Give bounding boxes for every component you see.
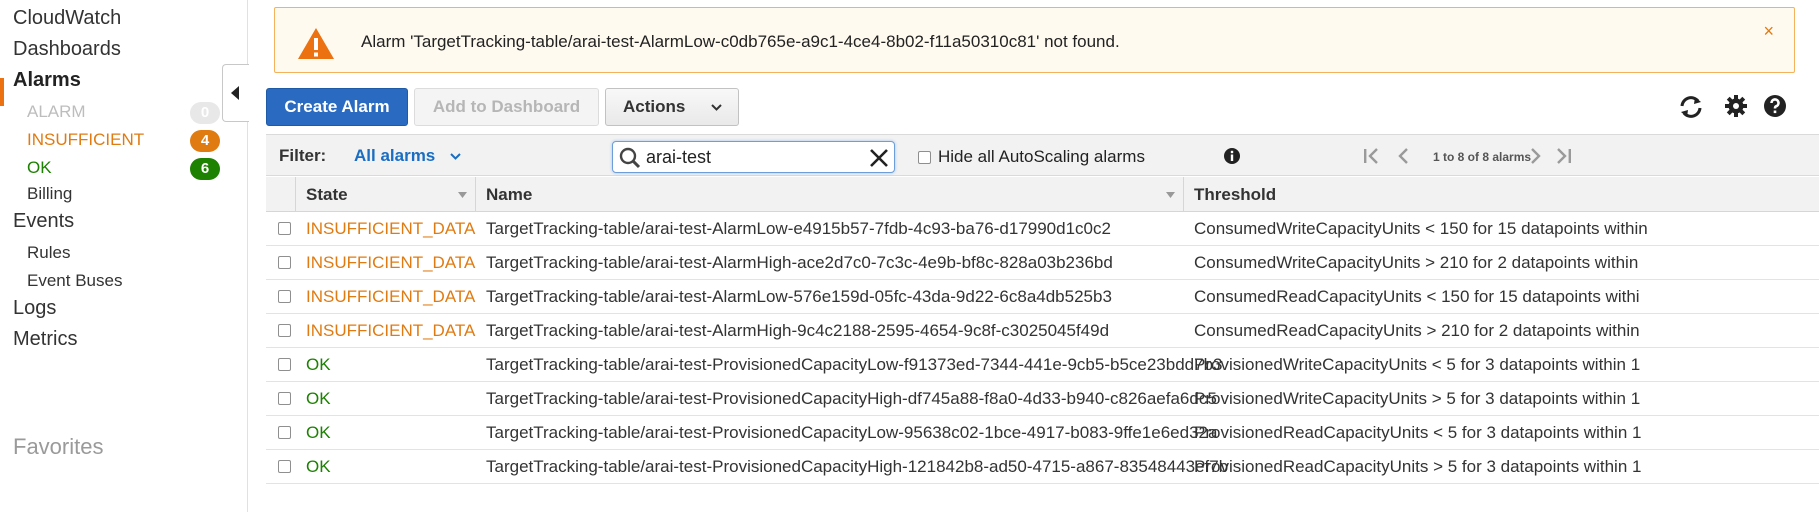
table-row[interactable]: INSUFFICIENT_DATA TargetTracking-table/a… — [266, 212, 1819, 246]
sort-caret-icon[interactable] — [458, 192, 467, 198]
clear-icon[interactable] — [869, 148, 889, 168]
row-checkbox[interactable] — [278, 222, 291, 235]
prev-page-icon — [1398, 148, 1408, 164]
sidebar-item-events[interactable]: Events — [13, 210, 74, 233]
alert-message: Alarm 'TargetTracking-table/arai-test-Al… — [361, 32, 1120, 51]
row-checkbox[interactable] — [278, 256, 291, 269]
search-input[interactable] — [646, 146, 856, 168]
row-state: INSUFFICIENT_DATA — [306, 321, 476, 340]
actions-label: Actions — [623, 97, 686, 116]
refresh-icon[interactable] — [1677, 94, 1705, 120]
close-icon[interactable]: × — [1763, 21, 1774, 42]
sidebar-item-logs[interactable]: Logs — [13, 297, 56, 320]
table-header: State Name Threshold — [266, 177, 1819, 212]
ok-count-badge: 6 — [190, 158, 220, 180]
info-icon[interactable] — [1223, 147, 1241, 165]
actions-dropdown[interactable]: Actions — [605, 88, 739, 126]
row-threshold: ProvisionedWriteCapacityUnits < 5 for 3 … — [1194, 355, 1641, 374]
sidebar-collapse-toggle[interactable] — [222, 64, 249, 122]
search-field[interactable] — [612, 141, 895, 173]
sort-caret-icon[interactable] — [1166, 192, 1175, 198]
row-state: OK — [306, 457, 331, 476]
hide-autoscaling-label: Hide all AutoScaling alarms — [938, 147, 1145, 166]
alarm-count-badge: 0 — [190, 102, 220, 124]
row-name[interactable]: TargetTracking-table/arai-test-AlarmHigh… — [486, 321, 1109, 341]
row-threshold: ConsumedReadCapacityUnits > 210 for 2 da… — [1194, 321, 1640, 340]
sidebar-item-ok-state[interactable]: OK — [27, 158, 52, 178]
first-page-icon — [1364, 148, 1378, 164]
sidebar-item-event-buses[interactable]: Event Buses — [27, 271, 122, 291]
row-threshold: ConsumedWriteCapacityUnits < 150 for 15 … — [1194, 219, 1648, 238]
table-row[interactable]: OK TargetTracking-table/arai-test-Provis… — [266, 348, 1819, 382]
row-checkbox[interactable] — [278, 460, 291, 473]
sidebar-item-alarms[interactable]: Alarms — [13, 69, 81, 92]
sidebar-item-rules[interactable]: Rules — [27, 243, 70, 263]
pagination-text: 1 to 8 of 8 alarms — [1433, 150, 1532, 164]
column-divider — [1183, 177, 1184, 212]
column-header-state[interactable]: State — [306, 185, 348, 205]
row-name[interactable]: TargetTracking-table/arai-test-AlarmLow-… — [486, 219, 1111, 239]
next-page-icon — [1531, 148, 1541, 164]
row-state: INSUFFICIENT_DATA — [306, 219, 476, 238]
table-row[interactable]: INSUFFICIENT_DATA TargetTracking-table/a… — [266, 246, 1819, 280]
column-divider — [475, 177, 476, 212]
filter-dropdown[interactable]: All alarms — [354, 146, 461, 166]
column-header-threshold[interactable]: Threshold — [1194, 185, 1276, 205]
column-divider — [295, 177, 296, 212]
row-name[interactable]: TargetTracking-table/arai-test-Provision… — [486, 389, 1217, 409]
row-checkbox[interactable] — [278, 324, 291, 337]
chevron-down-icon — [711, 104, 722, 111]
active-indicator — [0, 78, 4, 106]
table-row[interactable]: OK TargetTracking-table/arai-test-Provis… — [266, 450, 1819, 484]
table-row[interactable]: OK TargetTracking-table/arai-test-Provis… — [266, 382, 1819, 416]
row-state: INSUFFICIENT_DATA — [306, 253, 476, 272]
row-name[interactable]: TargetTracking-table/arai-test-AlarmLow-… — [486, 287, 1112, 307]
help-icon[interactable] — [1763, 94, 1787, 118]
create-alarm-button[interactable]: Create Alarm — [266, 88, 408, 126]
sidebar-item-metrics[interactable]: Metrics — [13, 328, 77, 351]
sidebar-item-alarm-state[interactable]: ALARM — [27, 102, 86, 122]
filter-label: Filter: — [279, 146, 327, 165]
insufficient-count-badge: 4 — [190, 130, 220, 152]
sidebar-item-billing[interactable]: Billing — [27, 184, 72, 204]
row-checkbox[interactable] — [278, 392, 291, 405]
row-checkbox[interactable] — [278, 290, 291, 303]
warning-icon — [298, 28, 334, 59]
sidebar-favorites[interactable]: Favorites — [13, 434, 103, 460]
alert-banner: Alarm 'TargetTracking-table/arai-test-Al… — [274, 7, 1795, 73]
row-name[interactable]: TargetTracking-table/arai-test-Provision… — [486, 355, 1223, 375]
row-checkbox[interactable] — [278, 426, 291, 439]
row-name[interactable]: TargetTracking-table/arai-test-Provision… — [486, 457, 1228, 477]
row-threshold: ProvisionedReadCapacityUnits < 5 for 3 d… — [1194, 423, 1642, 442]
sidebar: CloudWatch Dashboards Alarms ALARM 0 INS… — [0, 0, 248, 512]
row-threshold: ProvisionedReadCapacityUnits > 5 for 3 d… — [1194, 457, 1642, 476]
sidebar-item-insufficient-state[interactable]: INSUFFICIENT — [27, 130, 144, 150]
row-name[interactable]: TargetTracking-table/arai-test-Provision… — [486, 423, 1217, 443]
row-threshold: ConsumedReadCapacityUnits < 150 for 15 d… — [1194, 287, 1640, 306]
row-checkbox[interactable] — [278, 358, 291, 371]
last-page-icon — [1557, 148, 1571, 164]
table-row[interactable]: OK TargetTracking-table/arai-test-Provis… — [266, 416, 1819, 450]
search-icon — [619, 147, 641, 169]
table-row[interactable]: INSUFFICIENT_DATA TargetTracking-table/a… — [266, 280, 1819, 314]
hide-autoscaling-checkbox[interactable] — [918, 151, 931, 164]
sidebar-item-cloudwatch[interactable]: CloudWatch — [13, 7, 121, 30]
gear-icon[interactable] — [1724, 94, 1748, 118]
chevron-down-icon — [450, 153, 461, 160]
row-threshold: ProvisionedWriteCapacityUnits > 5 for 3 … — [1194, 389, 1641, 408]
column-header-name[interactable]: Name — [486, 185, 532, 205]
row-state: OK — [306, 423, 331, 442]
row-state: OK — [306, 355, 331, 374]
add-to-dashboard-button: Add to Dashboard — [414, 88, 599, 126]
row-name[interactable]: TargetTracking-table/arai-test-AlarmHigh… — [486, 253, 1113, 273]
main-content: Alarm 'TargetTracking-table/arai-test-Al… — [249, 0, 1819, 512]
collapse-left-icon — [231, 86, 239, 100]
table-row[interactable]: INSUFFICIENT_DATA TargetTracking-table/a… — [266, 314, 1819, 348]
sidebar-item-dashboards[interactable]: Dashboards — [13, 38, 121, 61]
row-state: OK — [306, 389, 331, 408]
row-threshold: ConsumedWriteCapacityUnits > 210 for 2 d… — [1194, 253, 1639, 272]
filter-selected-value: All alarms — [354, 146, 436, 165]
row-state: INSUFFICIENT_DATA — [306, 287, 476, 306]
filter-bar: Filter: All alarms Hide all AutoScaling … — [266, 134, 1819, 176]
